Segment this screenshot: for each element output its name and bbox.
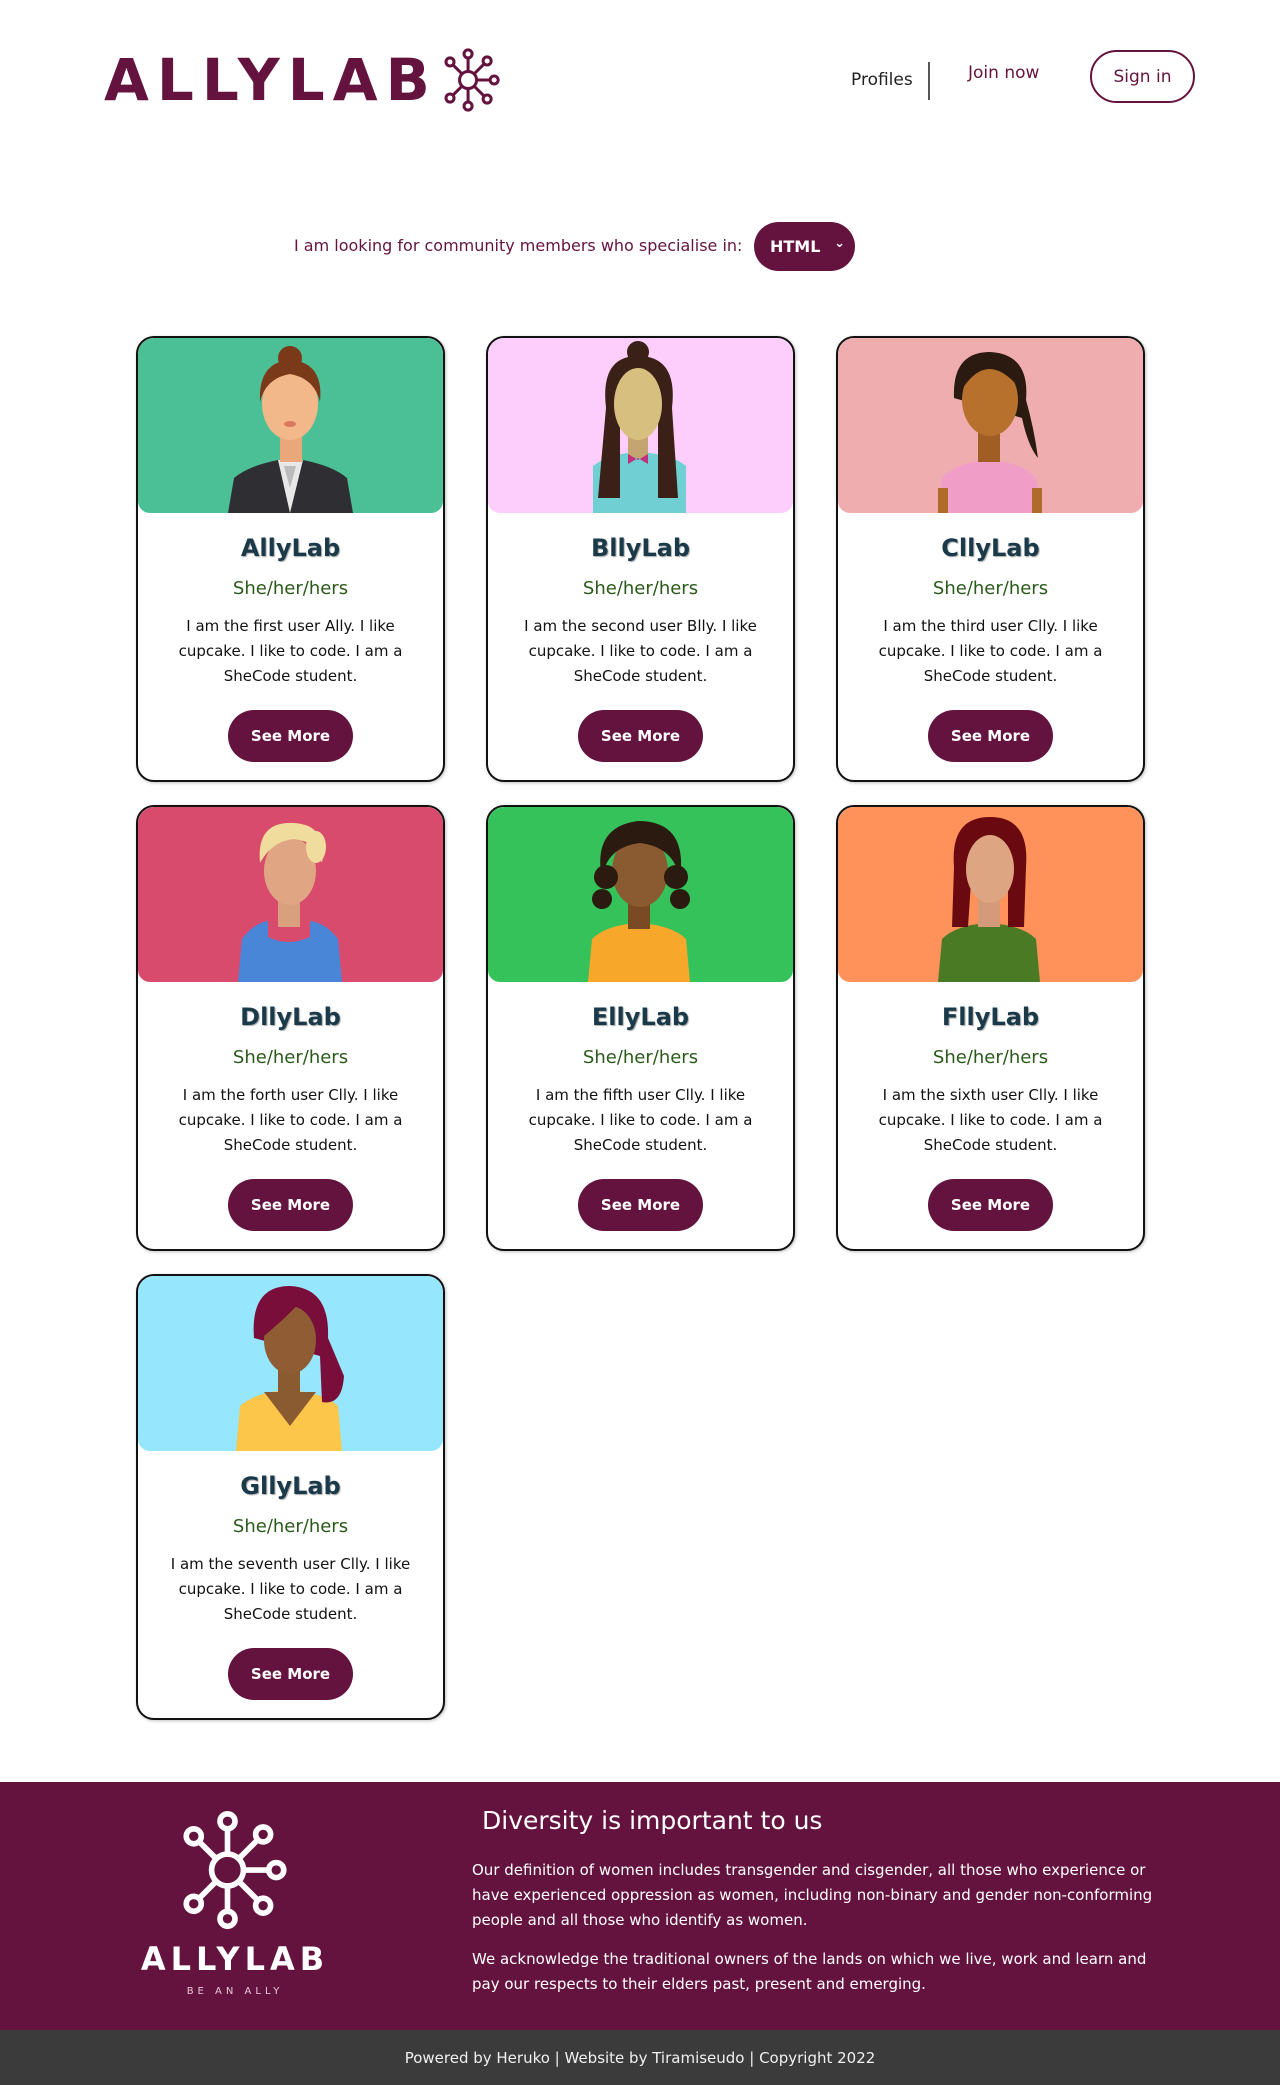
card-bio: I am the sixth user Clly. I like cupcake… [878, 1086, 1103, 1154]
footer-logo-text: ALLYLAB [140, 1940, 330, 1978]
card-pronouns: She/her/hers [932, 1047, 1049, 1068]
see-more-button[interactable]: See More [228, 1648, 353, 1700]
card-pronouns: She/her/hers [232, 578, 349, 599]
chevron-down-icon: ⌄ [834, 236, 845, 251]
copyright-bar: Powered by Heruko | Website by Tiramiseu… [0, 2030, 1280, 2085]
card-bio: I am the second user Blly. I like cupcak… [524, 617, 757, 685]
footer-logo: ALLYLAB BE AN ALLY [140, 1810, 330, 2000]
profile-card: EllyLab She/her/hers I am the fifth user… [486, 805, 795, 1251]
card-bio: I am the forth user Clly. I like cupcake… [178, 1086, 403, 1154]
card-bio: I am the fifth user Clly. I like cupcake… [528, 1086, 753, 1154]
see-more-button[interactable]: See More [578, 710, 703, 762]
profile-card: GllyLab She/her/hers I am the seventh us… [136, 1274, 445, 1720]
avatar [838, 807, 1143, 982]
specialty-select-value: HTML [770, 237, 821, 256]
logo-text: ALLYLAB [104, 46, 438, 114]
profile-card: FllyLab She/her/hers I am the sixth user… [836, 805, 1145, 1251]
card-name: BllyLab [590, 534, 691, 562]
profile-card: BllyLab She/her/hers I am the second use… [486, 336, 795, 782]
card-name: FllyLab [941, 1003, 1040, 1031]
card-pronouns: She/her/hers [582, 1047, 699, 1068]
profile-card: AllyLab She/her/hers I am the first user… [136, 336, 445, 782]
card-name: DllyLab [240, 1003, 341, 1031]
avatar [138, 338, 443, 513]
avatar [838, 338, 1143, 513]
card-pronouns: She/her/hers [932, 578, 1049, 599]
card-name: EllyLab [591, 1003, 690, 1031]
footer-diversity-text: Our definition of women includes transge… [472, 1861, 1153, 1929]
nav-divider [928, 62, 930, 100]
card-name: AllyLab [240, 534, 341, 562]
see-more-button[interactable]: See More [228, 1179, 353, 1231]
profile-card: CllyLab She/her/hers I am the third user… [836, 336, 1145, 782]
footer-acknowledgement-text: We acknowledge the traditional owners of… [472, 1950, 1147, 1993]
footer-tagline: BE AN ALLY [186, 1986, 284, 1997]
see-more-button[interactable]: See More [578, 1179, 703, 1231]
card-name: GllyLab [240, 1472, 341, 1500]
card-name: CllyLab [941, 534, 1040, 562]
see-more-button[interactable]: See More [928, 1179, 1053, 1231]
header: ALLYLAB Profiles Join now Sign in [0, 0, 1280, 150]
avatar [488, 807, 793, 982]
card-pronouns: She/her/hers [232, 1516, 349, 1537]
specialty-select[interactable]: HTML ⌄ [754, 222, 855, 271]
avatar [138, 807, 443, 982]
see-more-button[interactable]: See More [228, 710, 353, 762]
specialty-filter: I am looking for community members who s… [0, 222, 1280, 272]
avatar [138, 1276, 443, 1451]
footer-title: Diversity is important to us [482, 1806, 823, 1835]
nav-profiles-link[interactable]: Profiles [851, 70, 913, 90]
copyright-text: Powered by Heruko | Website by Tiramiseu… [404, 2048, 876, 2067]
nav-join-link[interactable]: Join now [968, 63, 1039, 83]
card-bio: I am the seventh user Clly. I like cupca… [170, 1555, 411, 1623]
card-pronouns: She/her/hers [582, 578, 699, 599]
network-icon [444, 48, 500, 112]
card-bio: I am the first user Ally. I like cupcake… [178, 617, 403, 685]
page: ALLYLAB Profiles Join now Sign in I am l… [0, 0, 1280, 2085]
footer: ALLYLAB BE AN ALLY Diversity is importan… [0, 1782, 1280, 2030]
card-pronouns: She/her/hers [232, 1047, 349, 1068]
profile-card: DllyLab She/her/hers I am the forth user… [136, 805, 445, 1251]
allylab-logo[interactable]: ALLYLAB [104, 14, 504, 146]
card-bio: I am the third user Clly. I like cupcake… [878, 617, 1103, 685]
avatar [488, 338, 793, 513]
filter-label: I am looking for community members who s… [294, 236, 743, 255]
network-icon [183, 1810, 287, 1930]
sign-in-button[interactable]: Sign in [1090, 50, 1195, 103]
see-more-button[interactable]: See More [928, 710, 1053, 762]
